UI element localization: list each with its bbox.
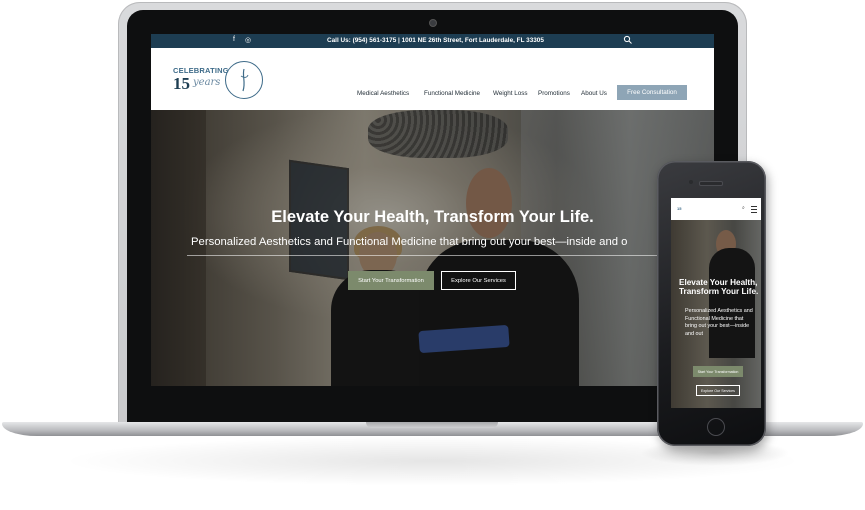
phone-home-button[interactable]: [707, 418, 725, 436]
phone-speaker: [699, 181, 723, 186]
laptop-notch: [366, 422, 498, 428]
hero-title: Elevate Your Health, Transform Your Life…: [271, 208, 594, 226]
phone-hero-title: Elevate Your Health, Transform Your Life…: [679, 278, 759, 296]
nav-promotions[interactable]: Promotions: [538, 90, 570, 97]
phone-hero: Elevate Your Health, Transform Your Life…: [671, 220, 761, 408]
contact-info: Call Us: (954) 561-3175 | 1001 NE 26th S…: [327, 37, 544, 44]
nav-weight-loss[interactable]: Weight Loss: [493, 90, 528, 97]
instagram-icon[interactable]: ◎: [245, 36, 251, 44]
main-navbar: CELEBRATING 15 years Medical Aesthetics …: [151, 48, 714, 110]
nav-about-us[interactable]: About Us: [581, 90, 607, 97]
phone-hero-subtitle: Personalized Aesthetics and Functional M…: [685, 308, 753, 337]
laptop-screen: f ◎ Call Us: (954) 561-3175 | 1001 NE 26…: [151, 34, 714, 386]
hero-section: Elevate Your Health, Transform Your Life…: [151, 110, 714, 386]
logo-emblem-icon: [225, 61, 263, 99]
phone-start-transformation-button[interactable]: Start Your Transformation: [693, 366, 743, 377]
phone-menu-icon[interactable]: [751, 206, 757, 213]
laptop-chin: [127, 386, 738, 422]
phone-search-icon[interactable]: ⌕: [742, 205, 745, 211]
free-consultation-button[interactable]: Free Consultation: [617, 85, 687, 100]
phone-navbar: 15 ⌕: [671, 198, 761, 220]
logo-number: 15: [173, 74, 190, 93]
phone-explore-services-button[interactable]: Explore Our Services: [696, 385, 740, 396]
phone-camera: [689, 180, 693, 184]
logo-years-script: years: [193, 77, 221, 88]
phone-logo[interactable]: 15: [677, 206, 681, 211]
hero-subtitle: Personalized Aesthetics and Functional M…: [191, 236, 628, 248]
hero-overlay: [151, 110, 714, 386]
search-icon[interactable]: [623, 35, 633, 45]
hero-divider: [187, 255, 714, 256]
nav-medical-aesthetics[interactable]: Medical Aesthetics: [357, 90, 409, 97]
top-info-bar: f ◎ Call Us: (954) 561-3175 | 1001 NE 26…: [151, 34, 714, 48]
laptop-camera: [429, 19, 437, 27]
facebook-icon[interactable]: f: [233, 36, 235, 43]
start-transformation-button[interactable]: Start Your Transformation: [348, 271, 434, 290]
explore-services-button[interactable]: Explore Our Services: [441, 271, 516, 290]
nav-functional-medicine[interactable]: Functional Medicine: [424, 90, 480, 97]
phone-screen: 15 ⌕ Elevate Your Health, Transform Your…: [671, 198, 761, 408]
